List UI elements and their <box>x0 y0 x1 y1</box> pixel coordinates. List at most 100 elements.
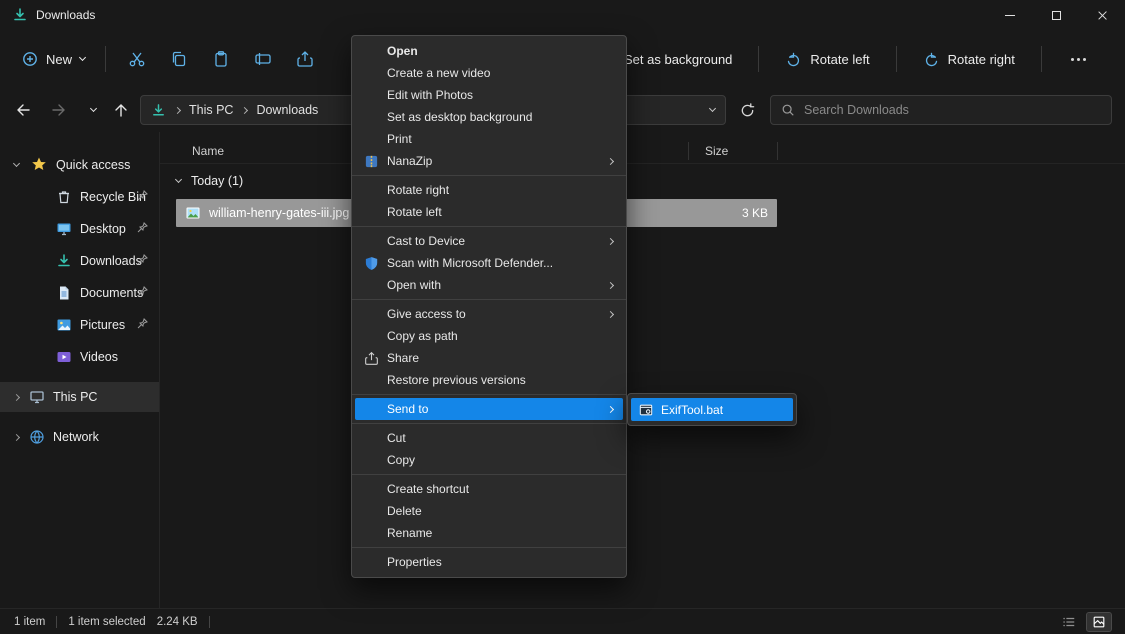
chevron-down-icon <box>79 54 86 61</box>
arrow-right-icon <box>51 102 67 118</box>
rotate-left-button[interactable]: Rotate left <box>775 43 879 76</box>
titlebar: Downloads <box>0 0 1125 30</box>
menu-separator <box>352 175 626 176</box>
submenu-item-label: ExifTool.bat <box>661 403 723 417</box>
defender-shield-icon <box>363 255 379 271</box>
menu-item-open[interactable]: Open <box>355 40 623 62</box>
menu-item-print[interactable]: Print <box>355 128 623 150</box>
file-size: 3 KB <box>742 206 768 220</box>
status-bar: 1 item 1 item selected 2.24 KB <box>0 608 1125 634</box>
menu-item-edit-with-photos[interactable]: Edit with Photos <box>355 84 623 106</box>
menu-item-create-new-video[interactable]: Create a new video <box>355 62 623 84</box>
menu-item-scan-with-defender[interactable]: Scan with Microsoft Defender... <box>355 252 623 274</box>
sidebar-item-videos[interactable]: Videos <box>0 342 159 372</box>
address-dropdown-icon[interactable] <box>709 105 716 112</box>
share-button[interactable] <box>284 40 326 78</box>
menu-item-give-access-to[interactable]: Give access to <box>355 303 623 325</box>
sidebar-item-label: Documents <box>80 286 143 300</box>
item-count: 1 item <box>14 616 45 628</box>
chevron-down-icon <box>89 105 96 112</box>
menu-item-cut[interactable]: Cut <box>355 427 623 449</box>
network-label: Network <box>53 430 99 444</box>
sidebar-item-this-pc[interactable]: This PC <box>0 382 159 412</box>
submenu-item-exiftool[interactable]: ExifTool.bat <box>631 398 793 421</box>
details-view-button[interactable] <box>1057 613 1081 631</box>
breadcrumb-downloads[interactable]: Downloads <box>256 103 318 117</box>
file-explorer-window: Downloads New Set <box>0 0 1125 634</box>
menu-item-rotate-right[interactable]: Rotate right <box>355 179 623 201</box>
recent-locations-button[interactable] <box>78 95 108 125</box>
menu-item-rename[interactable]: Rename <box>355 522 623 544</box>
menu-item-share[interactable]: Share <box>355 347 623 369</box>
sidebar-item-recycle-bin[interactable]: Recycle Bin <box>0 182 159 212</box>
submenu-arrow-icon <box>607 405 614 412</box>
menu-item-delete[interactable]: Delete <box>355 500 623 522</box>
thumbnail-view-button[interactable] <box>1087 613 1111 631</box>
column-divider[interactable] <box>688 142 689 160</box>
menu-item-cast-to-device[interactable]: Cast to Device <box>355 230 623 252</box>
minimize-button[interactable] <box>987 0 1033 30</box>
breadcrumb-chevron-icon <box>174 106 181 113</box>
menu-item-rotate-left[interactable]: Rotate left <box>355 201 623 223</box>
menu-item-create-shortcut[interactable]: Create shortcut <box>355 478 623 500</box>
search-input[interactable] <box>804 103 1101 117</box>
menu-item-copy[interactable]: Copy <box>355 449 623 471</box>
arrow-left-icon <box>15 102 31 118</box>
sidebar-item-downloads[interactable]: Downloads <box>0 246 159 276</box>
submenu-arrow-icon <box>607 281 614 288</box>
menu-item-properties[interactable]: Properties <box>355 551 623 573</box>
maximize-button[interactable] <box>1033 0 1079 30</box>
menu-item-copy-as-path[interactable]: Copy as path <box>355 325 623 347</box>
view-toggle-buttons <box>1057 613 1111 631</box>
column-header-name[interactable]: Name <box>192 144 224 158</box>
paste-button[interactable] <box>200 40 242 78</box>
nanazip-icon <box>363 153 379 169</box>
refresh-icon <box>740 103 755 118</box>
paste-icon <box>212 50 230 68</box>
refresh-button[interactable] <box>732 95 762 125</box>
menu-item-set-as-desktop-background[interactable]: Set as desktop background <box>355 106 623 128</box>
share-icon <box>363 350 379 366</box>
set-as-background-label: Set as background <box>624 52 732 67</box>
cut-button[interactable] <box>116 40 158 78</box>
search-box[interactable] <box>770 95 1112 125</box>
back-button[interactable] <box>8 95 38 125</box>
sidebar-item-network[interactable]: Network <box>0 422 159 452</box>
column-headers: Name Size <box>160 138 1125 164</box>
new-button[interactable]: New <box>12 43 95 75</box>
file-list-pane: Name Size Today (1) william-henry-gates-… <box>160 132 1125 608</box>
menu-item-open-with[interactable]: Open with <box>355 274 623 296</box>
status-divider <box>209 616 210 628</box>
sidebar-item-quick-access[interactable]: Quick access <box>0 150 159 180</box>
new-button-label: New <box>46 52 72 67</box>
breadcrumb-this-pc[interactable]: This PC <box>189 103 233 117</box>
chevron-right-icon <box>13 393 20 400</box>
copy-icon <box>170 50 188 68</box>
pictures-icon <box>56 317 72 333</box>
set-as-background-button[interactable]: Set as background <box>614 44 742 75</box>
sidebar-item-documents[interactable]: Documents <box>0 278 159 308</box>
rotate-right-button[interactable]: Rotate right <box>913 43 1025 76</box>
pin-icon <box>136 221 149 237</box>
sidebar-item-desktop[interactable]: Desktop <box>0 214 159 244</box>
close-button[interactable] <box>1079 0 1125 30</box>
rotate-right-icon <box>923 51 940 68</box>
menu-item-nanazip[interactable]: NanaZip <box>355 150 623 172</box>
menu-item-send-to[interactable]: Send to <box>355 398 623 420</box>
menu-item-restore-previous-versions[interactable]: Restore previous versions <box>355 369 623 391</box>
group-header-today[interactable]: Today (1) <box>176 174 243 188</box>
column-divider[interactable] <box>777 142 778 160</box>
this-pc-label: This PC <box>53 390 97 404</box>
arrow-up-icon <box>113 102 129 118</box>
recycle-bin-icon <box>56 189 72 205</box>
image-file-icon <box>185 205 201 221</box>
rename-button[interactable] <box>242 40 284 78</box>
status-divider <box>56 616 57 628</box>
copy-button[interactable] <box>158 40 200 78</box>
up-button[interactable] <box>106 95 136 125</box>
column-header-size[interactable]: Size <box>705 144 728 158</box>
sidebar-item-label: Pictures <box>80 318 125 332</box>
forward-button[interactable] <box>44 95 74 125</box>
more-options-button[interactable] <box>1058 40 1100 78</box>
sidebar-item-pictures[interactable]: Pictures <box>0 310 159 340</box>
